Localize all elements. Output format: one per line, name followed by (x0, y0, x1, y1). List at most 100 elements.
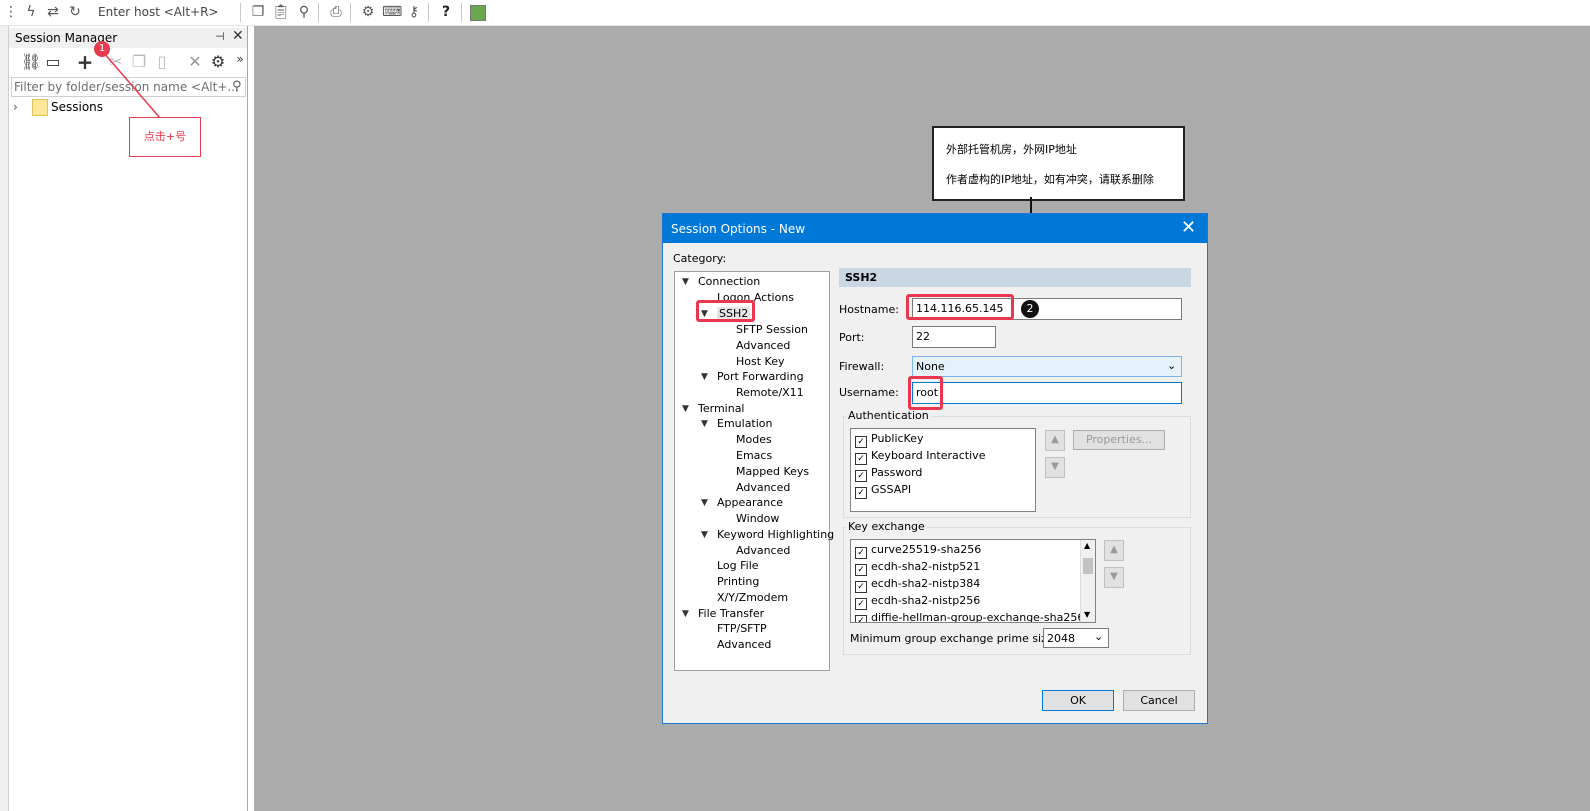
checkbox-checked-icon[interactable]: ✓ (855, 453, 867, 465)
toolbar-separator (461, 3, 462, 22)
tree-window[interactable]: Window (736, 512, 779, 525)
properties-button[interactable]: Properties... (1073, 430, 1165, 450)
tree-log-file[interactable]: Log File (717, 559, 759, 572)
session-options-dialog: Session Options - New ✕ Category: ▼ Conn… (662, 213, 1208, 724)
username-field[interactable]: root (912, 382, 1182, 404)
note-line-1: 外部托管机房，外网IP地址 (946, 143, 1077, 156)
min-prime-select[interactable]: 2048 ⌄ (1043, 628, 1109, 648)
chevron-down-icon[interactable]: ▼ (701, 372, 708, 382)
tree-port-forwarding[interactable]: Port Forwarding (717, 370, 804, 383)
hostname-label: Hostname: (839, 303, 899, 316)
port-field[interactable]: 22 (912, 326, 996, 348)
scroll-down-icon[interactable]: ▼ (1084, 610, 1090, 619)
tree-emulation[interactable]: Emulation (717, 417, 773, 430)
port-label: Port: (839, 331, 865, 344)
chevron-down-icon[interactable]: ▼ (682, 609, 689, 619)
firewall-label: Firewall: (839, 360, 885, 373)
scrollbar-thumb[interactable] (1083, 558, 1093, 574)
move-up-button[interactable]: ▲ (1104, 540, 1124, 561)
chevron-down-icon: ⌄ (1094, 630, 1104, 643)
key-exchange-list[interactable]: ✓ curve25519-sha256 ✓ ecdh-sha2-nistp521 ✓… (850, 539, 1096, 623)
authentication-label: Authentication (846, 409, 931, 422)
toolbar-separator (428, 3, 429, 22)
tree-sftp-session[interactable]: SFTP Session (736, 323, 808, 336)
checkbox-checked-icon[interactable]: ✓ (855, 598, 867, 610)
firewall-select[interactable]: None ⌄ (912, 356, 1182, 377)
list-item[interactable]: ✓ curve25519-sha256 (855, 543, 981, 559)
category-tree: ▼ Connection Logon Actions ▼ SSH2 SFTP S… (674, 271, 834, 671)
scroll-up-icon[interactable]: ▲ (1084, 541, 1090, 550)
list-item[interactable]: ✓ Keyboard Interactive (855, 449, 985, 465)
tree-terminal[interactable]: Terminal (698, 402, 745, 415)
authentication-list[interactable]: ✓ PublicKey ✓ Keyboard Interactive ✓ Passwo… (850, 428, 1036, 512)
tree-mapped-keys[interactable]: Mapped Keys (736, 465, 809, 478)
tree-keyword-highlighting[interactable]: Keyword Highlighting (717, 528, 834, 541)
ok-button[interactable]: OK (1042, 690, 1114, 711)
firewall-value: None (916, 360, 945, 373)
move-down-button[interactable]: ▼ (1045, 457, 1065, 478)
security-icon[interactable]: ⚷ (405, 3, 423, 21)
print-icon[interactable]: ⎙ (327, 3, 345, 21)
tree-printing[interactable]: Printing (717, 575, 759, 588)
find-icon[interactable]: ⚲ (295, 3, 313, 21)
highlight-ssh2 (696, 300, 755, 322)
move-up-button[interactable]: ▲ (1045, 430, 1065, 451)
tree-ftp-sftp[interactable]: FTP/SFTP (717, 622, 767, 635)
chevron-down-icon[interactable]: ▼ (701, 419, 708, 429)
dialog-title: Session Options - New (671, 222, 806, 236)
list-item[interactable]: ✓ GSSAPI (855, 483, 911, 499)
checkbox-checked-icon[interactable]: ✓ (855, 487, 867, 499)
toolbar-separator (318, 3, 319, 22)
tree-file-transfer[interactable]: File Transfer (698, 607, 764, 620)
move-down-button[interactable]: ▼ (1104, 567, 1124, 588)
checkbox-checked-icon[interactable]: ✓ (855, 436, 867, 448)
tree-host-key[interactable]: Host Key (736, 355, 785, 368)
toolbar-separator (350, 3, 351, 22)
close-icon[interactable]: ✕ (1181, 217, 1196, 238)
annotation-callout-1: 点击+号 (129, 117, 201, 157)
chevron-down-icon[interactable]: ▼ (701, 498, 708, 508)
highlight-hostname (906, 294, 1014, 320)
list-item[interactable]: ✓ Password (855, 466, 922, 482)
session-manager-icon[interactable] (470, 5, 486, 21)
checkbox-checked-icon[interactable]: ✓ (855, 547, 867, 559)
username-label: Username: (839, 386, 899, 399)
chevron-down-icon[interactable]: ▼ (701, 530, 708, 540)
help-icon[interactable]: ? (437, 3, 455, 21)
tree-modes[interactable]: Modes (736, 433, 772, 446)
note-line-2: 作者虚构的IP地址，如有冲突，请联系删除 (946, 173, 1154, 186)
highlight-username (908, 376, 943, 410)
tree-appearance[interactable]: Appearance (717, 496, 783, 509)
checkbox-checked-icon[interactable]: ✓ (855, 615, 867, 622)
list-item[interactable]: ✓ diffie-hellman-group-exchange-sha256 (855, 611, 1084, 622)
tree-advanced[interactable]: Advanced (717, 638, 771, 651)
checkbox-checked-icon[interactable]: ✓ (855, 470, 867, 482)
dialog-titlebar: Session Options - New ✕ (663, 214, 1207, 243)
tree-emacs[interactable]: Emacs (736, 449, 772, 462)
tree-connection[interactable]: Connection (698, 275, 760, 288)
paste-icon[interactable]: 📋︎ (272, 3, 290, 21)
cancel-button[interactable]: Cancel (1123, 690, 1195, 711)
panel-title: SSH2 (845, 271, 878, 284)
chevron-down-icon[interactable]: ▼ (682, 277, 689, 287)
checkbox-checked-icon[interactable]: ✓ (855, 581, 867, 593)
keymap-icon[interactable]: ⌨ (382, 3, 402, 21)
tree-advanced[interactable]: Advanced (736, 544, 790, 557)
list-item[interactable]: ✓ ecdh-sha2-nistp256 (855, 594, 980, 610)
tree-advanced[interactable]: Advanced (736, 481, 790, 494)
tree-xyz-modem[interactable]: X/Y/Zmodem (717, 591, 788, 604)
category-label: Category: (673, 252, 727, 265)
min-prime-value: 2048 (1047, 632, 1075, 645)
port-value: 22 (916, 330, 930, 343)
settings-icon[interactable]: ⚙ (359, 3, 377, 21)
list-item[interactable]: ✓ ecdh-sha2-nistp521 (855, 560, 980, 576)
chevron-down-icon[interactable]: ▼ (682, 404, 689, 414)
list-item[interactable]: ✓ PublicKey (855, 432, 924, 448)
scrollbar[interactable]: ▲ ▼ (1080, 540, 1095, 622)
chevron-down-icon: ⌄ (1167, 359, 1177, 372)
list-item[interactable]: ✓ ecdh-sha2-nistp384 (855, 577, 980, 593)
tree-remote-x11[interactable]: Remote/X11 (736, 386, 804, 399)
checkbox-checked-icon[interactable]: ✓ (855, 564, 867, 576)
annotation-badge-2: 2 (1021, 300, 1039, 318)
tree-advanced[interactable]: Advanced (736, 339, 790, 352)
